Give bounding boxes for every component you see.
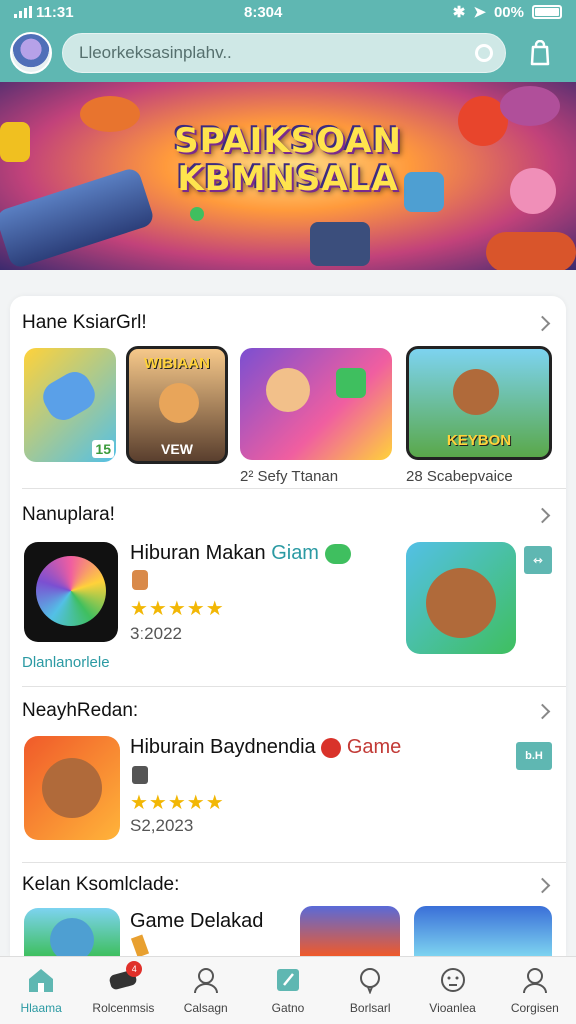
status-icons: ✱ ➤ 00% [453,3,562,21]
bear-icon [42,758,102,818]
nav-chat[interactable]: Borlsarl [329,957,411,1024]
rocket-icon [486,232,576,270]
nav-home[interactable]: Hlaama [0,957,82,1024]
carrier-text: 11:31 [36,3,74,21]
battery-percent: 00% [493,3,524,21]
app-date: S2,2023 [130,816,194,835]
divider [22,488,566,489]
nav-edit[interactable]: Gatno [247,957,329,1024]
section-header-popular[interactable]: Nanuplara! [22,504,554,526]
bear-icon [426,568,496,638]
app-title[interactable]: Hiburan Makan Giam [130,542,351,565]
chevron-right-icon[interactable] [534,315,551,331]
signal-icon [14,6,32,18]
install-button[interactable]: ⇿ [524,546,552,574]
tomato-icon [321,737,342,758]
divider [22,862,566,863]
app-title[interactable]: Game Delakad [130,910,263,933]
app-icon[interactable] [300,906,400,956]
developer-link[interactable]: Dlanlanorlele [22,654,110,671]
content-sheet: Hane KsiarGrl! 15 WIBIAAN VEW 2² Sefy Tt… [10,296,566,958]
chevron-right-icon[interactable] [534,703,551,719]
tile-caption: 28 Scabepvaice [406,468,513,485]
character-icon [159,383,199,423]
clock: 8:304 [243,3,283,21]
section-header-new[interactable]: NeayhRedan: [22,700,554,722]
nav-face[interactable]: Vioanlea [411,957,493,1024]
signal-area: 11:31 [14,4,74,21]
search-input[interactable]: Lleorkeksasinplahv.. [62,33,506,73]
gem-icon [190,207,204,221]
bluetooth-icon: ✱ [452,4,466,21]
character-icon [132,570,148,590]
section-header-featured[interactable]: Hane KsiarGrl! [22,312,554,334]
tag-icon [324,543,351,564]
character-icon [132,766,148,784]
app-tag: Giam [271,542,319,564]
banner-title: SPAIKSOAN KBMNSALA [174,121,402,199]
app-icon[interactable] [406,542,516,654]
tile-caption: 2² Sefy Ttanan [240,468,339,485]
promo-banner[interactable]: SPAIKSOAN KBMNSALA [0,82,576,270]
face-icon [438,965,468,995]
location-icon: ➤ [473,4,486,21]
chevron-right-icon[interactable] [534,877,551,893]
shopping-bag-icon[interactable] [520,33,560,73]
tile-title: KEYBON [446,432,512,449]
nav-profile[interactable]: Corgisen [494,957,576,1024]
divider [22,686,566,687]
tile-title: WIBIAAN [144,355,210,372]
rocket-icon [37,366,101,426]
search-text: Lleorkeksasinplahv.. [79,43,232,62]
app-icon[interactable] [24,736,120,840]
sword-icon [130,934,150,958]
monster-icon [36,556,106,626]
rating-stars: ★★★★★ [130,792,225,814]
notification-badge: 4 [126,961,143,977]
profile-icon [520,965,550,995]
status-bar: 11:31 8:304 ✱ ➤ 00% [0,0,576,24]
app-icon[interactable] [414,906,552,956]
featured-tile[interactable]: 15 [24,348,116,462]
character-icon [266,368,310,412]
chat-icon [355,965,385,995]
crate-icon [310,222,370,266]
chevron-right-icon[interactable] [534,507,551,523]
clear-icon[interactable] [475,44,493,62]
top-bar: Lleorkeksasinplahv.. [0,24,576,82]
battery-icon [531,5,562,19]
user-icon [191,965,221,995]
section-header-category[interactable]: Kelan Ksomlclade: [22,874,554,896]
app-title[interactable]: Hiburain Baydnendia Game [130,736,401,759]
app-tag: Game [346,736,402,758]
nav-games[interactable]: 4 Rolcenmsis [82,957,164,1024]
bottom-nav: Hlaama 4 Rolcenmsis Calsagn Gatno Borlsa… [0,956,576,1024]
featured-tile[interactable]: WIBIAAN VEW [126,346,228,464]
app-icon[interactable] [24,908,120,956]
edit-icon [273,965,303,995]
monster-icon [50,918,94,956]
planet-icon [500,86,560,126]
featured-tile[interactable] [240,348,392,460]
nav-category[interactable]: Calsagn [165,957,247,1024]
block-icon [336,368,366,398]
rating-stars: ★★★★★ [130,598,225,620]
featured-tile[interactable]: KEYBON [406,346,552,460]
app-date: 3ː2022 [130,624,182,643]
app-icon[interactable] [24,542,118,642]
install-button[interactable]: b.H [516,742,552,770]
avatar[interactable] [10,32,52,74]
character-icon [453,369,499,415]
tile-badge: 15 [92,440,114,458]
tile-subtitle: VEW [161,441,193,457]
home-icon [26,965,56,995]
